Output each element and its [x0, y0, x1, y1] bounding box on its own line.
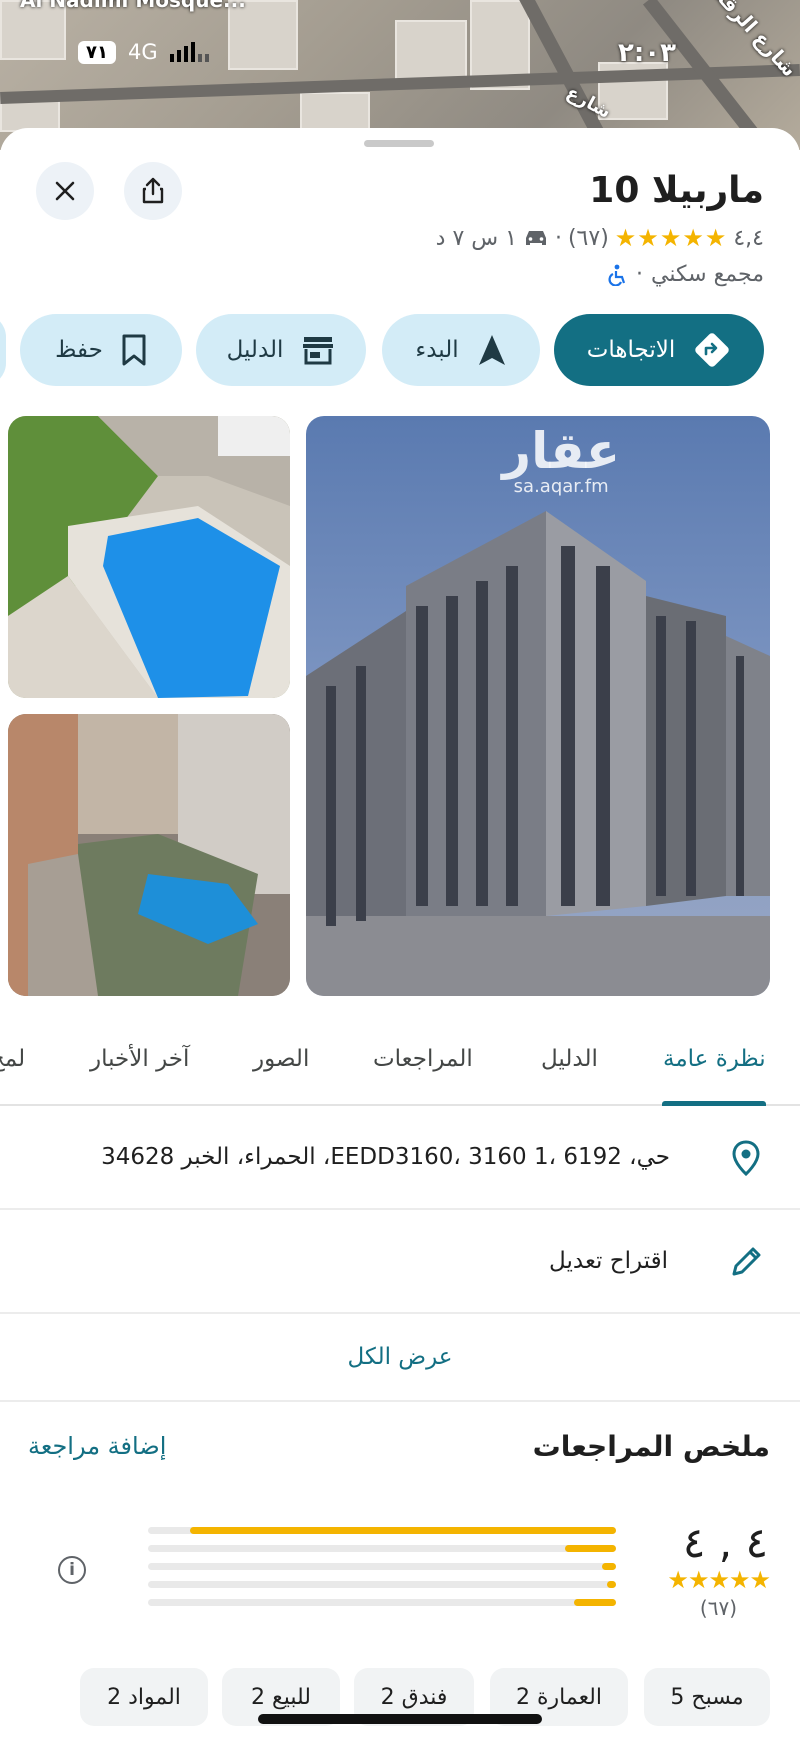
sim-indicator: ٧١	[78, 40, 116, 64]
review-count[interactable]: (٦٧)	[568, 226, 609, 251]
status-bar: ٧١ 4G	[78, 40, 209, 64]
building-illustration	[306, 511, 770, 996]
navigation-arrow-icon	[478, 335, 505, 365]
rating-bar-fill	[602, 1563, 616, 1570]
watermark: عقار sa.aqar.fm	[502, 426, 620, 497]
see-all-link[interactable]: عرض الكل	[0, 1344, 800, 1370]
address-row[interactable]: حي، 6192 ،1 3160 ،EEDD3160، الحمراء، الخ…	[0, 1108, 800, 1210]
suggest-edit-row[interactable]: اقتراح تعديل	[0, 1210, 800, 1314]
rating-bar-fill	[190, 1527, 616, 1534]
storefront-icon	[303, 337, 334, 365]
active-tab-indicator	[662, 1101, 766, 1106]
directory-label: الدليل	[226, 337, 284, 363]
pencil-icon	[726, 1242, 766, 1282]
review-summary-title: ملخص المراجعات	[532, 1430, 770, 1463]
info-icon[interactable]: i	[58, 1556, 86, 1584]
rating-bar-5-stars	[148, 1527, 616, 1534]
save-label: حفظ	[55, 337, 103, 363]
rating-bar-fill	[565, 1545, 616, 1552]
rating-bar-fill	[607, 1581, 616, 1588]
map-poi-label: Al Nadimi Mosque...	[20, 0, 246, 12]
courtyard-illustration	[8, 714, 290, 996]
location-pin-icon	[726, 1138, 766, 1178]
clock: ٢:٠٣	[618, 38, 677, 68]
separator-dot: ·	[554, 225, 562, 251]
chip-materials[interactable]: المواد 2	[80, 1668, 208, 1726]
more-actions-pill[interactable]	[0, 314, 6, 386]
tab-overview[interactable]: نظرة عامة	[663, 1046, 766, 1072]
watermark-url: sa.aqar.fm	[513, 476, 609, 497]
drag-handle[interactable]	[364, 140, 434, 147]
map-building	[300, 92, 370, 132]
category-row: مجمع سكني ·	[606, 262, 764, 287]
place-title: ماربيلا 10	[589, 170, 764, 211]
drive-time: ١ س ٧ د	[435, 225, 517, 251]
suggest-edit-label: اقتراح تعديل	[549, 1248, 668, 1274]
review-total-count[interactable]: (٦٧)	[700, 1596, 737, 1620]
directions-icon	[695, 333, 730, 367]
directions-label: الاتجاهات	[586, 337, 676, 363]
wheelchair-icon	[608, 264, 626, 286]
review-rating-value: ٤ , ٤	[682, 1518, 768, 1567]
photo-building[interactable]: عقار sa.aqar.fm	[306, 416, 770, 996]
close-button[interactable]	[36, 162, 94, 220]
tab-about[interactable]: لمح	[0, 1046, 25, 1072]
tab-reviews[interactable]: المراجعات	[373, 1046, 473, 1072]
rating-bar-4-stars	[148, 1545, 616, 1552]
start-button[interactable]: البدء	[382, 314, 540, 386]
network-label: 4G	[127, 40, 158, 64]
map-building	[395, 20, 467, 82]
rating-bar-1-stars	[148, 1599, 616, 1606]
save-button[interactable]: حفظ	[20, 314, 182, 386]
share-icon	[142, 177, 164, 204]
tab-bar: نظرة عامة الدليل المراجعات الصور آخر الأ…	[0, 1030, 800, 1106]
rating-bar-2-stars	[148, 1581, 616, 1588]
place-category: مجمع سكني	[651, 262, 764, 287]
rating-bar-3-stars	[148, 1563, 616, 1570]
action-buttons: الاتجاهات البدء الدليل حفظ	[0, 314, 800, 386]
chip-pool[interactable]: مسبح 5	[644, 1668, 770, 1726]
share-button[interactable]	[124, 162, 182, 220]
watermark-logo-text: عقار	[502, 422, 620, 480]
review-stars: ★★★★★	[667, 1566, 771, 1594]
car-icon	[525, 231, 546, 245]
photo-courtyard[interactable]	[8, 714, 290, 996]
start-label: البدء	[415, 337, 459, 363]
see-all-row[interactable]: عرض الكل	[0, 1314, 800, 1402]
address-text: حي، 6192 ،1 3160 ،EEDD3160، الحمراء، الخ…	[101, 1144, 670, 1170]
home-indicator[interactable]	[258, 1714, 542, 1724]
add-review-link[interactable]: إضافة مراجعة	[28, 1432, 166, 1460]
tab-directory[interactable]: الدليل	[541, 1046, 598, 1072]
rating-stars: ★★★★★	[614, 224, 728, 252]
close-icon	[55, 181, 75, 201]
photo-pool[interactable]	[8, 416, 290, 698]
signal-icon	[169, 42, 209, 62]
bookmark-icon	[122, 334, 146, 366]
pool-illustration	[8, 416, 290, 698]
separator-dot: ·	[636, 262, 644, 287]
place-meta: ٤,٤ ★★★★★ (٦٧) · ١ س ٧ د	[436, 224, 764, 252]
tab-updates[interactable]: آخر الأخبار	[90, 1046, 189, 1072]
rating-bar-fill	[574, 1599, 616, 1606]
rating-value: ٤,٤	[733, 225, 764, 251]
directions-button[interactable]: الاتجاهات	[554, 314, 764, 386]
directory-button[interactable]: الدليل	[196, 314, 366, 386]
tab-photos[interactable]: الصور	[253, 1046, 309, 1072]
